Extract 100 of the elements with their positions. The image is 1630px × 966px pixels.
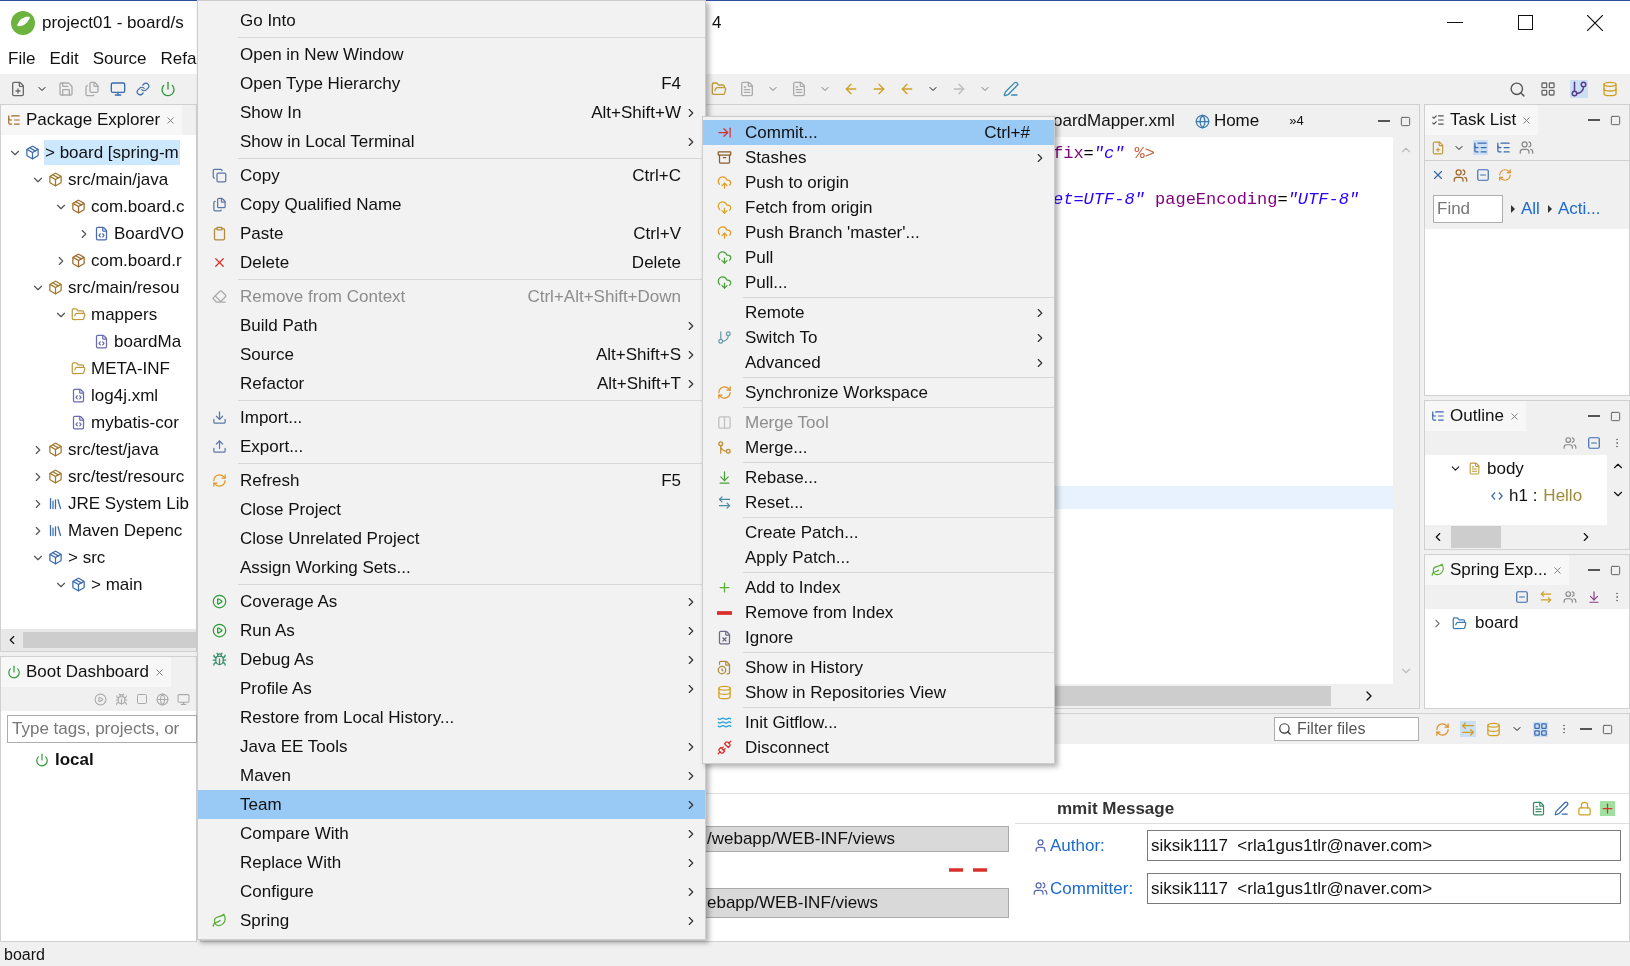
tree-item[interactable]: META-INF: [90, 355, 171, 382]
menu-item[interactable]: Assign Working Sets...: [198, 553, 705, 582]
new-task-icon[interactable]: [1431, 140, 1445, 155]
menu-item[interactable]: Refactor Alt+Shift+T: [198, 369, 705, 398]
close-icon[interactable]: [1552, 564, 1564, 576]
maximize-icon[interactable]: [1610, 410, 1621, 422]
tree-item[interactable]: com.board.c: [90, 193, 186, 220]
menu-item[interactable]: Build Path: [198, 311, 705, 340]
categorized-icon[interactable]: [1473, 140, 1488, 155]
tree-item[interactable]: Maven Depenc: [67, 517, 184, 544]
close-icon[interactable]: [153, 666, 165, 678]
globe-icon[interactable]: [156, 692, 169, 706]
menu-item[interactable]: Debug As: [198, 645, 705, 674]
menu-bar-item[interactable]: Edit: [49, 46, 79, 72]
menu-item[interactable]: Go Into: [198, 6, 705, 35]
filter-link[interactable]: Acti...: [1557, 196, 1601, 222]
menu-item[interactable]: Stashes: [703, 145, 1054, 170]
horizontal-scrollbar[interactable]: [1, 629, 196, 651]
menu-item[interactable]: Java EE Tools: [198, 732, 705, 761]
filter-field[interactable]: Filter files: [1274, 717, 1419, 741]
menu-item[interactable]: Close Unrelated Project: [198, 524, 705, 553]
horizontal-scrollbar[interactable]: [1425, 525, 1629, 549]
maximize-icon[interactable]: [1400, 115, 1411, 127]
save-all-icon[interactable]: [84, 81, 100, 97]
maximize-icon[interactable]: [1610, 564, 1621, 576]
sort-icon[interactable]: [1587, 590, 1601, 604]
menu-item[interactable]: Copy Ctrl+C: [198, 161, 705, 190]
menu-item[interactable]: Show in History: [703, 655, 1054, 680]
people-icon[interactable]: [1519, 140, 1534, 155]
tree-item[interactable]: BoardVO: [113, 220, 185, 247]
menu-bar-item[interactable]: File: [8, 46, 36, 72]
people-icon[interactable]: [1453, 167, 1468, 183]
editor-tab[interactable]: Home: [1194, 105, 1280, 137]
menu-item[interactable]: Merge...: [703, 435, 1054, 460]
menu-item[interactable]: Commit... Ctrl+#: [703, 120, 1054, 145]
scheduled-icon[interactable]: [1496, 140, 1511, 155]
menu-item[interactable]: Show in Repositories View: [703, 680, 1054, 705]
menu-item[interactable]: Restore from Local History...: [198, 703, 705, 732]
back-icon[interactable]: [899, 81, 915, 97]
text-field[interactable]: siksik1117 <rla1gus1tlr@naver.com>: [1147, 830, 1621, 861]
sign-off-icon[interactable]: [1600, 801, 1615, 816]
tree-item[interactable]: local: [55, 747, 94, 773]
collapse-all-icon[interactable]: [1515, 590, 1529, 604]
menu-item[interactable]: Reset...: [703, 490, 1054, 515]
tree-item[interactable]: h1 :: [1509, 482, 1538, 509]
collapse-all-icon[interactable]: [1587, 436, 1601, 450]
maximize-icon[interactable]: [1602, 723, 1613, 735]
refresh-icon[interactable]: [1435, 721, 1450, 737]
filter-link[interactable]: All: [1521, 196, 1540, 222]
tree-item[interactable]: board: [1475, 610, 1519, 636]
editor-tab[interactable]: oardMapper.xml: [1053, 105, 1195, 137]
menu-item[interactable]: Show in Local Terminal: [198, 127, 705, 156]
tree-item[interactable]: src/main/java: [67, 166, 170, 193]
menu-item[interactable]: Fetch from origin: [703, 195, 1054, 220]
tree-item[interactable]: mybatis-cor: [90, 409, 180, 436]
bug-icon[interactable]: [115, 692, 128, 706]
menu-item[interactable]: Copy Qualified Name: [198, 190, 705, 219]
menu-item[interactable]: Refresh F5: [198, 466, 705, 495]
tree-item[interactable]: > src: [67, 544, 107, 571]
collapse-all-icon[interactable]: [1476, 168, 1490, 182]
menu-bar-item[interactable]: Refa: [160, 46, 197, 72]
view-tab[interactable]: Task List: [1425, 105, 1539, 135]
menu-item[interactable]: Switch To: [703, 325, 1054, 350]
menu-item[interactable]: Synchronize Workspace: [703, 380, 1054, 405]
document-icon[interactable]: [791, 81, 807, 97]
menu-item[interactable]: Open Type Hierarchy F4: [198, 69, 705, 98]
menu-item[interactable]: Profile As: [198, 674, 705, 703]
menu-item[interactable]: Show In Alt+Shift+W: [198, 98, 705, 127]
close-icon[interactable]: [1508, 410, 1520, 422]
close-icon[interactable]: [165, 114, 177, 126]
menu-item[interactable]: Open in New Window: [198, 40, 705, 69]
start-icon[interactable]: [94, 692, 107, 706]
view-tab[interactable]: Outline: [1425, 401, 1526, 431]
menu-item[interactable]: Delete Delete: [198, 248, 705, 277]
text-field[interactable]: siksik1117 <rla1gus1tlr@naver.com>: [1147, 873, 1621, 904]
menu-item[interactable]: Run As: [198, 616, 705, 645]
menu-item[interactable]: Close Project: [198, 495, 705, 524]
menu-item[interactable]: Rebase...: [703, 465, 1054, 490]
new-file-icon[interactable]: [10, 81, 26, 97]
maximize-icon[interactable]: [1610, 114, 1621, 126]
view-tab[interactable]: Package Explorer: [1, 105, 183, 135]
repository-icon[interactable]: [1602, 81, 1618, 97]
document-icon[interactable]: [1531, 801, 1546, 816]
menu-item[interactable]: Push Branch 'master'...: [703, 220, 1054, 245]
menu-item[interactable]: Apply Patch...: [703, 545, 1054, 570]
menu-item[interactable]: Import...: [198, 403, 705, 432]
menu-item[interactable]: Replace With: [198, 848, 705, 877]
close-icon[interactable]: [1521, 114, 1533, 126]
link-editor-icon[interactable]: [1539, 590, 1553, 604]
menu-item[interactable]: Advanced: [703, 350, 1054, 375]
search-icon[interactable]: [1509, 80, 1526, 98]
menu-item[interactable]: Pull...: [703, 270, 1054, 295]
tree-item[interactable]: src/main/resou: [67, 274, 181, 301]
menu-item[interactable]: Paste Ctrl+V: [198, 219, 705, 248]
document-icon[interactable]: [739, 81, 755, 97]
tree-item[interactable]: boardMa: [113, 328, 183, 355]
menu-item[interactable]: Spring: [198, 906, 705, 935]
menu-item[interactable]: Export...: [198, 432, 705, 461]
tree-item[interactable]: log4j.xml: [90, 382, 160, 409]
tree-item[interactable]: > main: [90, 571, 144, 598]
